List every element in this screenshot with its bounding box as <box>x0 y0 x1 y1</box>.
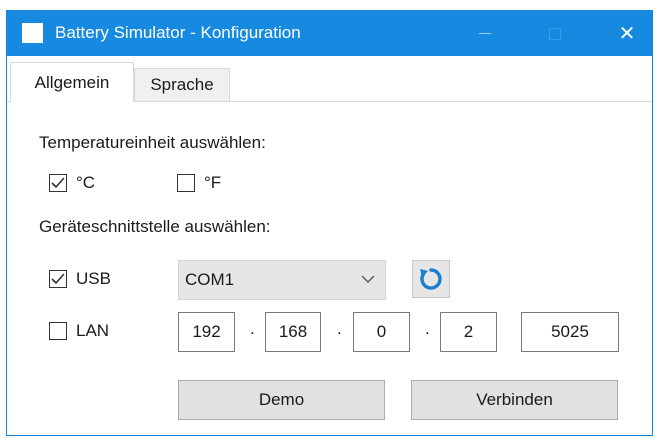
celsius-checkbox[interactable]: °C <box>49 173 95 193</box>
app-icon <box>22 23 43 43</box>
tab-allgemein[interactable]: Allgemein <box>10 62 134 102</box>
interface-heading: Geräteschnittstelle auswählen: <box>39 217 271 236</box>
tab-sprache[interactable]: Sprache <box>134 68 230 101</box>
usb-checkbox[interactable]: USB <box>49 269 111 289</box>
maximize-icon <box>549 27 561 40</box>
window-title: Battery Simulator - Konfiguration <box>55 23 301 42</box>
lan-label: LAN <box>76 321 110 340</box>
ip-octet-4[interactable]: 2 <box>440 312 497 352</box>
close-button[interactable]: ✕ <box>604 11 650 56</box>
demo-button[interactable]: Demo <box>178 380 385 420</box>
tab-content-allgemein: Temperatureinheit auswählen: °C °F Gerät… <box>7 103 652 433</box>
config-window: Battery Simulator - Konfiguration ✕ Allg… <box>6 10 653 436</box>
maximize-button[interactable] <box>532 11 578 56</box>
refresh-icon <box>420 268 442 290</box>
check-icon <box>51 273 65 285</box>
usb-label: USB <box>76 269 111 288</box>
check-icon <box>51 177 65 189</box>
close-icon: ✕ <box>618 23 636 45</box>
minimize-button[interactable] <box>462 11 508 56</box>
com-port-select[interactable]: COM1 <box>178 260 386 300</box>
fahrenheit-label: °F <box>204 173 222 192</box>
lan-port-field[interactable]: 5025 <box>521 312 619 352</box>
title-bar[interactable]: Battery Simulator - Konfiguration ✕ <box>7 11 652 56</box>
temperature-heading: Temperatureinheit auswählen: <box>39 133 266 152</box>
ip-separator: . <box>337 319 342 338</box>
ip-octet-2[interactable]: 168 <box>265 312 321 352</box>
ip-octet-1[interactable]: 192 <box>178 312 235 352</box>
fahrenheit-checkbox[interactable]: °F <box>177 173 221 193</box>
ip-separator: . <box>250 319 255 338</box>
refresh-button[interactable] <box>412 260 450 298</box>
minimize-icon <box>479 33 491 34</box>
ip-octet-3[interactable]: 0 <box>353 312 410 352</box>
chevron-down-icon <box>361 275 375 283</box>
ip-separator: . <box>425 319 430 338</box>
lan-checkbox[interactable]: LAN <box>49 321 109 341</box>
checkbox-box <box>49 174 67 192</box>
com-port-value: COM1 <box>185 270 235 289</box>
celsius-label: °C <box>76 173 96 192</box>
checkbox-box <box>177 174 195 192</box>
tab-bar: Allgemein Sprache <box>7 56 652 103</box>
checkbox-box <box>49 322 67 340</box>
connect-button[interactable]: Verbinden <box>411 380 618 420</box>
checkbox-box <box>49 270 67 288</box>
